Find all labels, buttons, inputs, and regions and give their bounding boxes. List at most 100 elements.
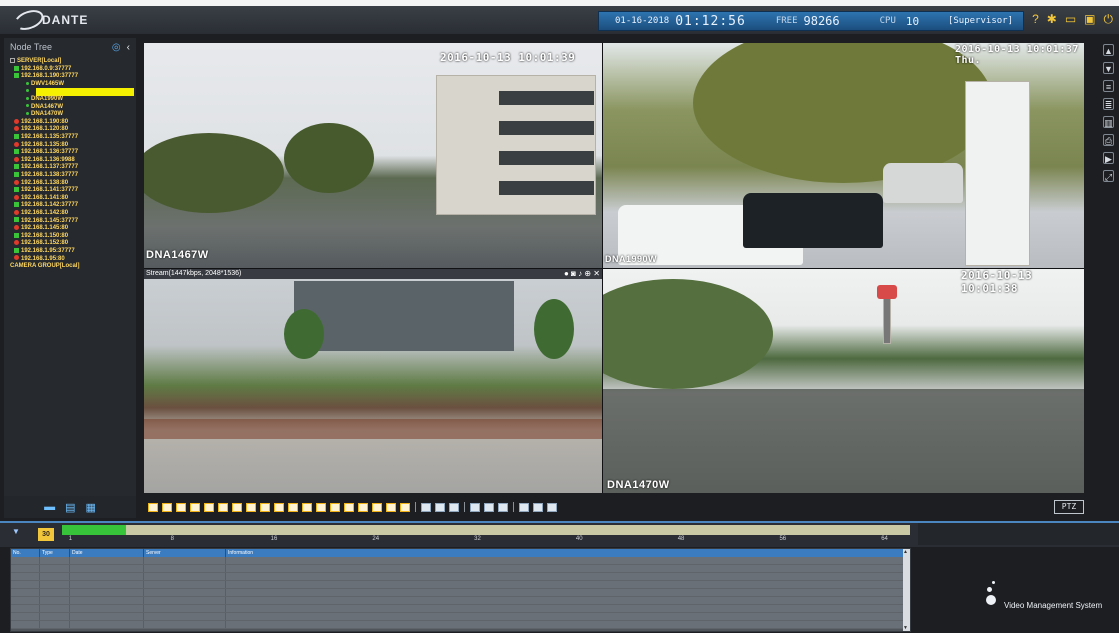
table-row[interactable] bbox=[11, 597, 910, 605]
layout-button[interactable] bbox=[386, 502, 396, 512]
play-icon[interactable]: ▶ bbox=[1103, 152, 1114, 164]
layout-button[interactable] bbox=[302, 502, 312, 512]
video-tile-4[interactable]: 2016-10-13 10:01:38 DNA1470W bbox=[603, 269, 1084, 493]
tree-node[interactable]: 192.168.1.138:80 bbox=[10, 179, 136, 188]
audio-icon[interactable]: ♪ bbox=[578, 269, 582, 278]
layout-button[interactable] bbox=[330, 502, 340, 512]
table-row[interactable] bbox=[11, 581, 910, 589]
table-row[interactable] bbox=[11, 589, 910, 597]
print-icon[interactable]: ⎙ bbox=[1103, 134, 1114, 146]
layout-button[interactable] bbox=[232, 502, 242, 512]
tree-node[interactable]: 192.168.1.136:37777 bbox=[10, 149, 136, 157]
tree-node[interactable]: 192.168.1.120:80 bbox=[10, 126, 136, 134]
tree-node[interactable]: 192.168.1.142:37777 bbox=[10, 202, 136, 210]
log-column-header[interactable]: Server bbox=[144, 549, 226, 557]
tree-node[interactable]: CAMERA GROUP[Local] bbox=[10, 263, 136, 271]
power-icon[interactable]: ⏻ bbox=[1104, 12, 1114, 26]
lock-icon[interactable]: ▣ bbox=[1084, 12, 1095, 26]
record-list-icon[interactable]: ≡ bbox=[1103, 80, 1114, 92]
offline-status-icon bbox=[14, 156, 19, 162]
tree-node[interactable]: 192.168.1.137:37777 bbox=[10, 164, 136, 172]
tree-node[interactable]: 192.168.1.145:37777 bbox=[10, 217, 136, 225]
tree-node[interactable] bbox=[10, 88, 136, 96]
tree-node[interactable]: 192.168.1.141:37777 bbox=[10, 187, 136, 195]
layout-button[interactable] bbox=[498, 502, 508, 512]
log-icon[interactable]: ≣ bbox=[1103, 98, 1114, 110]
keyboard-icon[interactable]: ▥ bbox=[1103, 116, 1114, 128]
video-tile-2[interactable]: 2016-10-13 10:01:37 Thu. DNA1990W bbox=[603, 43, 1084, 268]
table-row[interactable] bbox=[11, 573, 910, 581]
layout-button[interactable] bbox=[547, 502, 557, 512]
ptz-button[interactable]: PTZ bbox=[1054, 500, 1084, 514]
close-icon[interactable]: ✕ bbox=[593, 269, 600, 278]
layout-button[interactable] bbox=[484, 502, 494, 512]
table-row[interactable] bbox=[11, 621, 910, 629]
layout-button[interactable] bbox=[358, 502, 368, 512]
layout-button[interactable] bbox=[372, 502, 382, 512]
layout-button[interactable] bbox=[288, 502, 298, 512]
timeline-track[interactable] bbox=[62, 525, 910, 535]
log-column-header[interactable]: Information bbox=[226, 549, 910, 557]
fullscreen-icon[interactable]: ⤢ bbox=[1103, 170, 1114, 182]
tree-node[interactable]: 192.168.1.145:80 bbox=[10, 225, 136, 233]
tree-node[interactable]: 192.168.1.95:37777 bbox=[10, 247, 136, 256]
timeline-side-panel bbox=[918, 521, 1119, 545]
tree-node[interactable]: DNA1467W bbox=[10, 104, 136, 112]
layout-button[interactable] bbox=[470, 502, 480, 512]
grid-icon[interactable]: ▦ bbox=[86, 501, 96, 514]
layout-button[interactable] bbox=[246, 502, 256, 512]
layout-button[interactable] bbox=[162, 502, 172, 512]
layout-button[interactable] bbox=[274, 502, 284, 512]
layout-button[interactable] bbox=[344, 502, 354, 512]
tree-node[interactable]: 192.168.1.138:37777 bbox=[10, 171, 136, 180]
layout-button[interactable] bbox=[400, 502, 410, 512]
table-row[interactable] bbox=[11, 613, 910, 621]
help-icon[interactable]: ? bbox=[1032, 12, 1039, 26]
layout-button[interactable] bbox=[260, 502, 270, 512]
layout-button[interactable] bbox=[421, 502, 431, 512]
playback-icon[interactable]: ▲ bbox=[1103, 44, 1114, 56]
tree-node[interactable]: DNA1470W bbox=[10, 111, 136, 119]
camera-icon[interactable]: ▤ bbox=[65, 501, 75, 514]
settings-icon[interactable]: ✱ bbox=[1047, 12, 1057, 26]
window-icon[interactable]: ▭ bbox=[1065, 12, 1076, 26]
layout-button[interactable] bbox=[449, 502, 459, 512]
log-column-header[interactable]: Type bbox=[40, 549, 70, 557]
timeline-tick-label: 48 bbox=[677, 536, 685, 542]
layout-button[interactable] bbox=[316, 502, 326, 512]
tree-node[interactable]: 192.168.1.95:80 bbox=[10, 255, 136, 263]
tree-node[interactable]: DNA1990W bbox=[10, 96, 136, 104]
table-row[interactable] bbox=[11, 557, 910, 565]
search-icon[interactable]: ◎ bbox=[112, 42, 121, 53]
calendar-icon[interactable]: 30 bbox=[38, 528, 54, 541]
collapse-arrow-icon[interactable]: ▼ bbox=[12, 527, 20, 536]
log-column-header[interactable]: Date bbox=[70, 549, 144, 557]
snapshot-icon[interactable]: ◙ bbox=[571, 269, 576, 278]
tree-node[interactable]: 192.168.1.142:80 bbox=[10, 209, 136, 218]
video-tile-1[interactable]: 2016-10-13 10:01:39 DNA1467W bbox=[144, 43, 602, 268]
tree-node[interactable]: 192.168.1.190:37777 bbox=[10, 73, 136, 81]
layout-button[interactable] bbox=[176, 502, 186, 512]
layout-button[interactable] bbox=[190, 502, 200, 512]
tree-node[interactable]: 192.168.1.135:80 bbox=[10, 141, 136, 150]
layout-button[interactable] bbox=[519, 502, 529, 512]
layout-button[interactable] bbox=[204, 502, 214, 512]
layout-button[interactable] bbox=[218, 502, 228, 512]
table-row[interactable] bbox=[11, 565, 910, 573]
collapse-icon[interactable]: ‹ bbox=[127, 42, 130, 53]
record-icon[interactable]: ● bbox=[564, 269, 569, 278]
download-icon[interactable]: ▼ bbox=[1103, 62, 1114, 74]
tree-node[interactable]: 192.168.1.152:80 bbox=[10, 240, 136, 248]
layout-button[interactable] bbox=[148, 502, 158, 512]
table-row[interactable] bbox=[11, 605, 910, 613]
log-column-header[interactable]: No. bbox=[11, 549, 40, 557]
layout-button[interactable] bbox=[533, 502, 543, 512]
device-list-icon[interactable]: ▬ bbox=[44, 501, 55, 513]
log-scrollbar[interactable] bbox=[903, 549, 910, 631]
tree-node[interactable]: DWV1465W bbox=[10, 81, 136, 89]
layout-button[interactable] bbox=[435, 502, 445, 512]
tree-node[interactable]: 192.168.1.135:37777 bbox=[10, 133, 136, 142]
tree-node[interactable]: SERVER[Local] bbox=[10, 58, 136, 66]
video-tile-3[interactable] bbox=[144, 269, 602, 493]
zoom-icon[interactable]: ⊕ bbox=[584, 269, 591, 278]
